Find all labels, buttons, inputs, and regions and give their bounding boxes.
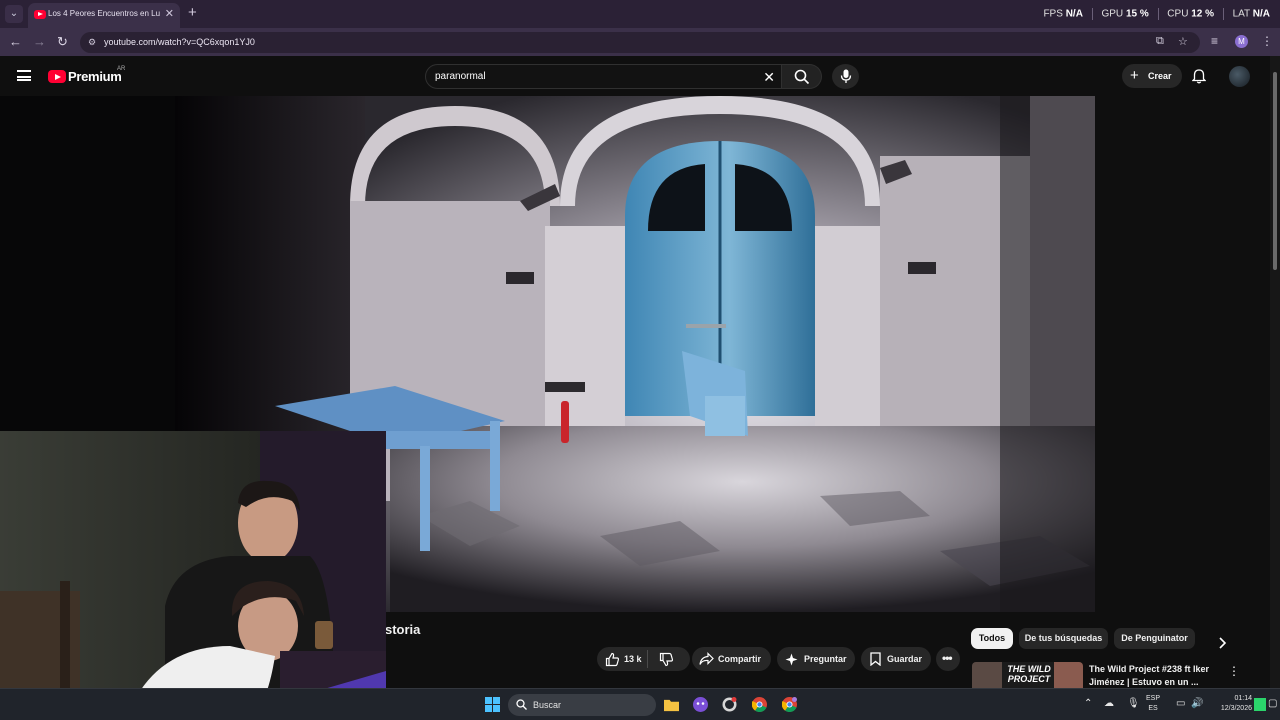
menu-hamburger-icon[interactable] xyxy=(17,70,31,81)
windows-taskbar: Buscar ⌃ ☁ 🎙 ESP ES ▭ 🔊 01:14 12/3/2026 … xyxy=(0,688,1280,720)
cast-icon[interactable]: ⧉ xyxy=(1156,35,1164,48)
recommendation-title[interactable]: The Wild Project #238 ft Iker Jiménez | … xyxy=(1089,663,1217,689)
language-indicator[interactable]: ESP ES xyxy=(1146,694,1160,714)
tab-close-icon[interactable]: ✕ xyxy=(165,7,174,20)
cpu-value: 12 % xyxy=(1191,8,1214,20)
clear-search-icon[interactable]: ✕ xyxy=(763,69,775,86)
ask-button[interactable]: Preguntar xyxy=(777,647,855,671)
keyboard-layout: ES xyxy=(1148,705,1158,712)
account-avatar[interactable] xyxy=(1229,66,1250,87)
back-arrow-icon[interactable]: ← xyxy=(9,34,22,49)
recommendation-more-icon[interactable]: ⋮ xyxy=(1228,664,1240,678)
webcam-overlay xyxy=(0,431,386,720)
page-scrollbar[interactable] xyxy=(1270,56,1280,688)
lat-label: LAT xyxy=(1232,8,1250,20)
chip-de-penguinator[interactable]: De Penguinator xyxy=(1114,628,1195,649)
ask-label: Preguntar xyxy=(804,654,847,664)
fps-label: FPS xyxy=(1043,8,1063,20)
save-label: Guardar xyxy=(887,654,923,664)
tab-title: Los 4 Peores Encuentros en Lugares Aband… xyxy=(48,9,160,18)
gpu-value: 15 % xyxy=(1125,8,1149,20)
create-button[interactable]: + Crear xyxy=(1122,64,1182,88)
youtube-premium-logo-text[interactable]: Premium xyxy=(68,69,122,84)
forward-arrow-icon[interactable]: → xyxy=(33,34,46,49)
new-tab-button[interactable]: + xyxy=(188,4,197,21)
save-button[interactable]: Guardar xyxy=(861,647,931,671)
tab-search-button[interactable]: ⌄ xyxy=(5,5,23,23)
browser-toolbar: ← → ↻ ⚙ youtube.com/watch?v=QC6xqon1YJ0 … xyxy=(0,28,1280,56)
network-icon[interactable]: ▭ xyxy=(1176,698,1185,709)
taskbar-search[interactable]: Buscar xyxy=(508,694,656,716)
youtube-logo-icon[interactable] xyxy=(48,70,66,83)
language-code: ESP xyxy=(1146,695,1161,702)
webcam-feed-image xyxy=(0,431,386,720)
taskbar-search-icon xyxy=(516,699,527,710)
chrome-profile-icon[interactable] xyxy=(782,697,797,712)
green-app-icon[interactable] xyxy=(1254,698,1266,711)
volume-icon[interactable]: 🔊 xyxy=(1191,698,1203,709)
performance-overlay: FPS N/A GPU 15 % CPU 12 % LAT N/A xyxy=(1043,8,1270,20)
youtube-header: Premium AR paranormal ✕ + Crear xyxy=(0,56,1270,96)
like-count[interactable]: 13 k xyxy=(624,654,642,664)
share-button[interactable]: Compartir xyxy=(692,647,771,671)
like-thumb-icon[interactable] xyxy=(605,652,620,667)
purple-app-icon[interactable] xyxy=(693,697,708,712)
browser-profile-avatar[interactable]: M xyxy=(1235,35,1248,48)
voice-search-button[interactable] xyxy=(832,64,859,89)
sidebar-empty-area xyxy=(1095,96,1270,612)
file-explorer-icon[interactable] xyxy=(664,697,679,712)
video-title: storia xyxy=(385,622,421,637)
like-dislike-group: 13 k xyxy=(597,647,690,671)
sparkle-icon xyxy=(785,653,798,666)
browser-menu-icon[interactable]: ⋮ xyxy=(1261,34,1273,48)
url-text: youtube.com/watch?v=QC6xqon1YJ0 xyxy=(104,37,255,47)
taskbar-search-placeholder: Buscar xyxy=(533,700,562,710)
microphone-icon xyxy=(840,69,852,83)
chevron-right-icon[interactable] xyxy=(1218,637,1228,649)
thumbnail-logo-text: THE WILD PROJECT xyxy=(1007,664,1051,684)
tray-microphone-icon[interactable]: 🎙 xyxy=(1127,698,1140,709)
search-icon xyxy=(794,69,810,85)
more-actions-button[interactable]: ••• xyxy=(936,647,960,671)
recommendation-thumbnail[interactable]: THE WILD PROJECT xyxy=(972,662,1083,688)
gpu-label: GPU xyxy=(1101,8,1124,20)
plus-icon: + xyxy=(1130,67,1139,84)
scrollbar-thumb[interactable] xyxy=(1273,72,1277,270)
lat-value: N/A xyxy=(1252,8,1270,20)
media-queue-icon[interactable]: ≡ xyxy=(1211,34,1218,48)
chip-todos[interactable]: Todos xyxy=(971,628,1013,649)
github-app-icon[interactable] xyxy=(722,697,737,712)
notification-icon[interactable]: ▢ xyxy=(1268,698,1277,709)
fps-value: N/A xyxy=(1065,8,1083,20)
country-code: AR xyxy=(117,66,126,72)
address-bar[interactable]: ⚙ youtube.com/watch?v=QC6xqon1YJ0 ⧉ ☆ xyxy=(80,32,1200,53)
onedrive-cloud-icon[interactable]: ☁ xyxy=(1104,698,1114,709)
share-label: Compartir xyxy=(718,654,762,664)
search-input[interactable]: paranormal ✕ xyxy=(425,64,782,89)
bookmark-icon xyxy=(870,652,881,666)
dislike-thumb-icon[interactable] xyxy=(659,652,674,667)
bookmark-star-icon[interactable]: ☆ xyxy=(1178,35,1188,48)
reload-icon[interactable]: ↻ xyxy=(57,34,68,50)
share-arrow-icon xyxy=(699,652,714,665)
browser-tab[interactable]: Los 4 Peores Encuentros en Lugares Aband… xyxy=(28,3,180,28)
tray-chevron-icon[interactable]: ⌃ xyxy=(1084,698,1092,709)
chrome-icon[interactable] xyxy=(752,697,767,712)
cpu-label: CPU xyxy=(1167,8,1189,20)
chip-de-tus-busquedas[interactable]: De tus búsquedas xyxy=(1019,628,1108,649)
search-query: paranormal xyxy=(435,71,486,82)
windows-start-icon[interactable] xyxy=(485,697,500,712)
clock-date: 12/3/2026 xyxy=(1220,705,1252,712)
notifications-bell-icon[interactable] xyxy=(1192,69,1206,84)
thumbnail-face-right xyxy=(1054,662,1083,688)
youtube-favicon-icon xyxy=(34,10,46,19)
system-clock[interactable]: 01:14 12/3/2026 xyxy=(1210,694,1252,714)
clock-time: 01:14 xyxy=(1234,695,1252,702)
browser-tab-strip: ⌄ Los 4 Peores Encuentros en Lugares Aba… xyxy=(0,0,1280,28)
site-info-icon[interactable]: ⚙ xyxy=(88,37,96,48)
create-label: Crear xyxy=(1148,71,1172,81)
thumbnail-face-left xyxy=(972,662,1002,688)
more-dots-icon: ••• xyxy=(942,651,953,665)
search-button[interactable] xyxy=(782,64,822,89)
